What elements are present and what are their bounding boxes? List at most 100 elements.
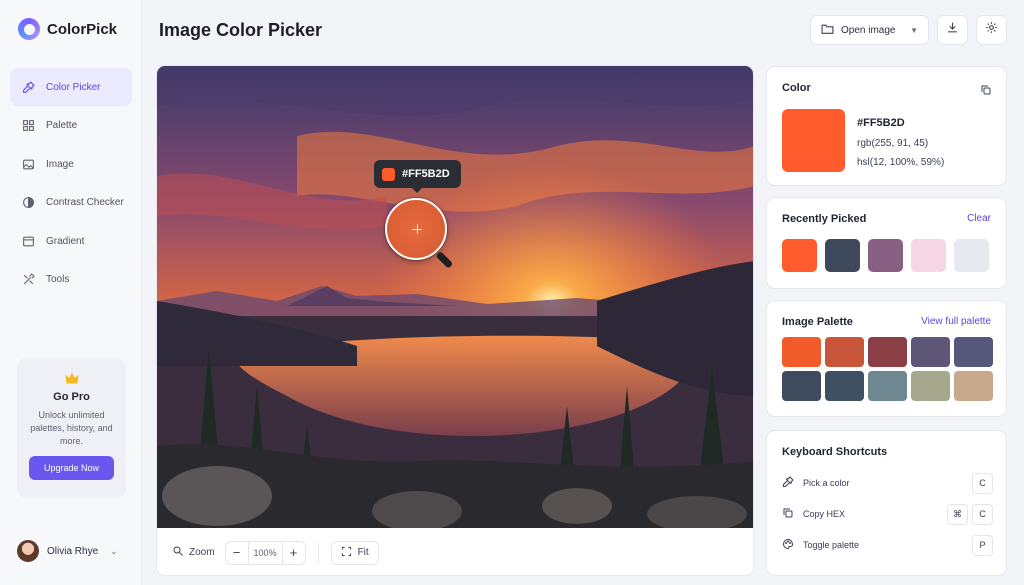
image-icon [21, 157, 35, 171]
pro-promo-card: Go Pro Unlock unlimited palettes, histor… [17, 358, 126, 498]
eyedropper-icon [21, 80, 35, 94]
magnifier-loupe[interactable] [385, 198, 447, 260]
zoom-value: 100% [247, 541, 283, 564]
gradient-icon [21, 234, 35, 248]
sidebar-item-label: Color Picker [46, 81, 101, 93]
contrast-icon [21, 196, 35, 210]
promo-description: Unlock unlimited palettes, history, and … [30, 410, 113, 446]
fit-button[interactable]: Fit [330, 540, 379, 565]
tooltip-swatch [382, 167, 395, 181]
palette-color-swatch[interactable] [911, 371, 950, 401]
divider [317, 542, 319, 563]
shortcut-label: Toggle palette [803, 540, 860, 550]
zoom-out-button[interactable]: − [226, 542, 248, 564]
sidebar-item-label: Palette [46, 120, 78, 132]
open-image-label: Open image [841, 24, 896, 36]
palette-icon [782, 538, 794, 552]
palette-color-swatch[interactable] [825, 337, 864, 367]
recently-picked-panel: Recently Picked Clear [766, 197, 1007, 289]
palette-color-swatch[interactable] [868, 371, 907, 401]
key-cap: P [972, 534, 993, 556]
shortcut-keys: ⌘ C [947, 503, 993, 525]
palette-color-swatch[interactable] [782, 371, 821, 401]
page-title: Image Color Picker [159, 20, 323, 40]
user-name: Olivia Rhye [47, 545, 99, 557]
promo-title: Go Pro [53, 391, 90, 403]
image-palette-panel: Image Palette View full palette [766, 300, 1007, 417]
sidebar-item-gradient[interactable]: Gradient [10, 222, 132, 260]
zoom-label: Zoom [189, 547, 215, 558]
clear-button[interactable]: Clear [967, 213, 991, 224]
palette-color-swatch[interactable] [782, 337, 821, 367]
color-tooltip: #FF5B2D [374, 160, 461, 193]
sidebar-item-color-picker[interactable]: Color Picker [10, 68, 132, 106]
image-canvas-card: #FF5B2D Zoom − 100% + Fit [156, 65, 754, 576]
color-values: #FF5B2D rgb(255, 91, 45) hsl(12, 100%, 5… [857, 114, 944, 173]
recent-color-swatch[interactable] [825, 239, 860, 272]
recent-color-swatch[interactable] [954, 239, 989, 272]
color-panel-title: Color [782, 82, 811, 94]
key-cap: C [972, 472, 993, 494]
grid-icon [21, 119, 35, 133]
palette-color-swatch[interactable] [911, 337, 950, 367]
recent-color-swatch[interactable] [911, 239, 946, 272]
palette-color-swatch[interactable] [868, 337, 907, 367]
image-palette-title: Image Palette [782, 316, 853, 328]
color-hex-value[interactable]: #FF5B2D [857, 114, 944, 134]
view-full-palette-link[interactable]: View full palette [921, 316, 991, 327]
shortcuts-title: Keyboard Shortcuts [782, 446, 888, 458]
folder-icon [821, 23, 834, 38]
chevron-down-icon: ▼ [910, 25, 918, 35]
top-actions: Open image ▼ [810, 15, 1007, 45]
canvas-toolbar: Zoom − 100% + Fit [157, 528, 753, 575]
recent-color-swatch[interactable] [868, 239, 903, 272]
color-hsl-value[interactable]: hsl(12, 100%, 59%) [857, 153, 944, 173]
sidebar-item-contrast-checker[interactable]: Contrast Checker [10, 184, 132, 222]
logo-icon [18, 18, 40, 40]
download-button[interactable] [937, 15, 968, 45]
zoom-in-button[interactable]: + [283, 542, 305, 564]
eyedropper-icon [782, 476, 794, 490]
shortcut-row-toggle-palette: Toggle palette P [782, 534, 993, 556]
sidebar-item-tools[interactable]: Tools [10, 261, 132, 299]
gear-icon [985, 21, 998, 39]
shortcut-label: Copy HEX [803, 509, 846, 519]
tools-icon [21, 273, 35, 287]
crown-icon [17, 371, 126, 387]
shortcut-row-pick: Pick a color C [782, 472, 993, 494]
keyboard-shortcuts-panel: Keyboard Shortcuts Pick a color C Copy H… [766, 430, 1007, 576]
fit-icon [341, 546, 352, 560]
key-cap: ⌘ [947, 503, 968, 525]
palette-color-swatch[interactable] [825, 371, 864, 401]
copy-icon[interactable] [980, 83, 992, 101]
sidebar: ColorPick Color Picker Palette Image Con… [0, 0, 142, 585]
sidebar-item-image[interactable]: Image [10, 145, 132, 183]
palette-color-swatch[interactable] [954, 371, 993, 401]
user-menu[interactable]: Olivia Rhye ⌄ [17, 540, 118, 562]
shortcut-keys: C [972, 472, 993, 494]
shortcut-row-copy-hex: Copy HEX ⌘ C [782, 503, 993, 525]
download-icon [946, 21, 959, 39]
copy-icon [782, 507, 794, 521]
upgrade-button[interactable]: Upgrade Now [29, 456, 114, 480]
tooltip-hex: #FF5B2D [402, 168, 450, 180]
zoom-control: − 100% + [224, 540, 306, 565]
recently-picked-title: Recently Picked [782, 213, 867, 225]
recent-color-swatch[interactable] [782, 239, 817, 272]
key-cap: C [972, 503, 993, 525]
open-image-button[interactable]: Open image ▼ [810, 15, 929, 45]
image-canvas[interactable] [157, 66, 754, 528]
sidebar-nav: Color Picker Palette Image Contrast Chec… [10, 68, 132, 300]
app-name: ColorPick [47, 20, 118, 38]
current-color-swatch [782, 109, 845, 172]
fit-label: Fit [357, 547, 369, 558]
chevron-down-icon: ⌄ [110, 545, 118, 556]
zoom-icon [172, 545, 184, 560]
color-rgb-value[interactable]: rgb(255, 91, 45) [857, 134, 944, 154]
sidebar-item-label: Contrast Checker [46, 197, 124, 209]
settings-button[interactable] [976, 15, 1007, 45]
avatar [17, 540, 39, 562]
app-logo[interactable]: ColorPick [18, 18, 117, 40]
sidebar-item-palette[interactable]: Palette [10, 107, 132, 145]
palette-color-swatch[interactable] [954, 337, 993, 367]
